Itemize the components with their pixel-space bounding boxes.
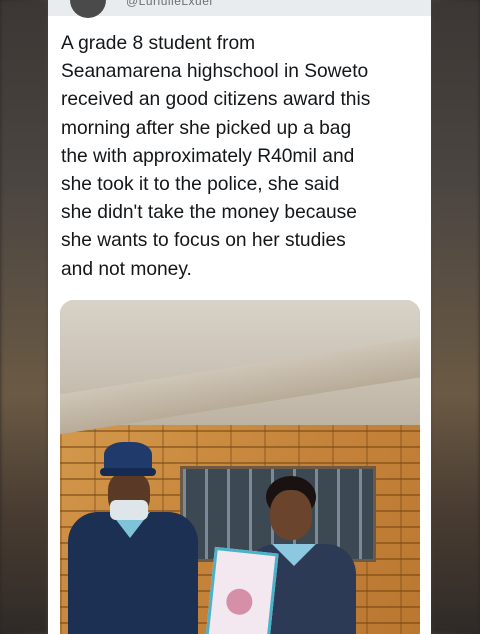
certificate-seal-icon: [225, 587, 254, 617]
tweet-card: @LuriulleLxuel A grade 8 student from Se…: [48, 0, 431, 634]
photo-student-face: [270, 490, 312, 540]
tweet-text: A grade 8 student from Seanamarena highs…: [61, 33, 371, 280]
user-handle[interactable]: @LuriulleLxuel: [126, 0, 213, 8]
photo-cap-brim: [100, 468, 156, 476]
blurred-background-left: [0, 0, 48, 634]
attached-photo[interactable]: [60, 300, 420, 634]
photo-face-mask: [110, 500, 148, 520]
blurred-background-right: [430, 0, 480, 634]
photo-award-certificate: [205, 546, 279, 634]
